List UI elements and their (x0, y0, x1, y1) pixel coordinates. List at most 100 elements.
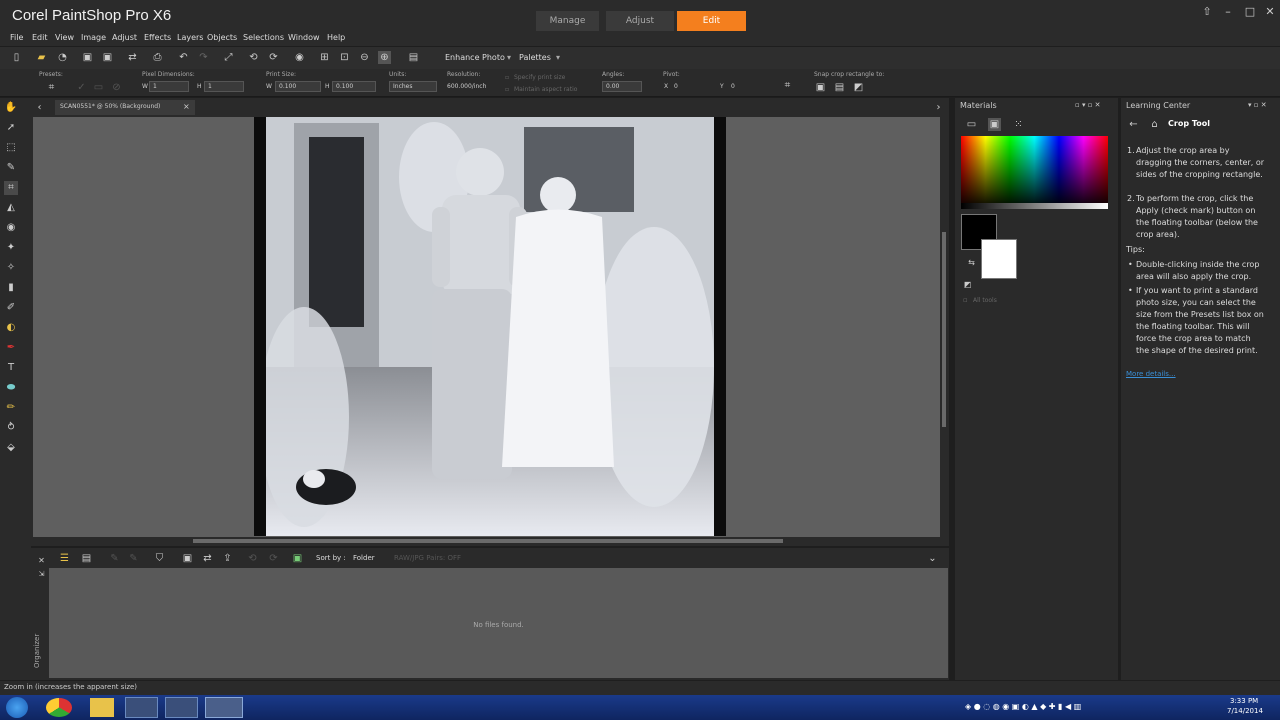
save-icon[interactable]: ▣ (81, 51, 94, 64)
makeover-tool-icon[interactable]: ✦ (4, 241, 18, 255)
chevron-right-icon[interactable]: › (932, 101, 945, 114)
menu-effects[interactable]: Effects (144, 33, 171, 42)
info-icon[interactable]: ◉ (293, 51, 306, 64)
menu-window[interactable]: Window (288, 33, 320, 42)
pin-icon[interactable]: ⇲ (35, 568, 48, 581)
pen-tool-icon[interactable]: ✏ (4, 401, 18, 415)
color-spectrum[interactable] (961, 136, 1108, 209)
crop-new-image-icon[interactable]: ▭ (92, 81, 105, 94)
clock-time[interactable]: 3:33 PM (1230, 697, 1258, 705)
chevron-down-icon[interactable]: ▾ (556, 53, 560, 62)
menu-layers[interactable]: Layers (177, 33, 203, 42)
stamp-icon[interactable]: ⛉ (153, 552, 166, 565)
more-details-link[interactable]: More details... (1126, 370, 1176, 378)
clone-tool-icon[interactable]: ✧ (4, 261, 18, 275)
selection-tool-icon[interactable]: ⬚ (4, 141, 18, 155)
angle-field[interactable]: 0.00 (602, 81, 642, 92)
dodge-tool-icon[interactable]: ◐ (4, 321, 18, 335)
vertical-scrollbar[interactable] (940, 117, 948, 537)
back-icon[interactable]: ← (1127, 118, 1140, 131)
print-height-field[interactable]: 0.100 (332, 81, 376, 92)
rotate-left-icon[interactable]: ⟲ (247, 51, 260, 64)
background-color-swatch[interactable] (981, 239, 1017, 279)
document-tab[interactable]: SCAN0551* @ 50% (Background) × (55, 100, 195, 115)
swap-colors-icon[interactable]: ⇆ (965, 256, 978, 269)
eraser-tool-icon[interactable]: ▮ (4, 281, 18, 295)
print-icon[interactable]: ⎙ (151, 51, 164, 64)
text-tool-icon[interactable]: T (4, 361, 18, 375)
browse-icon[interactable]: ◔ (56, 51, 69, 64)
menu-selections[interactable]: Selections (243, 33, 284, 42)
restore-icon[interactable]: ⇧ (1197, 4, 1217, 20)
red-eye-tool-icon[interactable]: ◉ (4, 221, 18, 235)
pan-tool-icon[interactable]: ✋ (4, 101, 18, 115)
pick-tool-icon[interactable]: ➚ (4, 121, 18, 135)
open-icon[interactable]: ▰ (35, 51, 48, 64)
pivot-y-field[interactable]: 0 (731, 83, 735, 90)
menu-help[interactable]: Help (327, 33, 345, 42)
edit-icon[interactable]: ✎ (108, 552, 121, 565)
thumbnail-view-icon[interactable]: ▤ (80, 552, 93, 565)
capture-icon[interactable]: ▣ (181, 552, 194, 565)
explorer-icon[interactable] (90, 698, 114, 717)
dropper-tool-icon[interactable]: ✎ (4, 161, 18, 175)
palettes-button[interactable]: Palettes (519, 53, 551, 62)
snap-selection-icon[interactable]: ◩ (852, 81, 865, 94)
share-icon[interactable]: ⇄ (126, 51, 139, 64)
specify-print-size-checkbox[interactable]: ▫ (505, 74, 509, 81)
chevron-down-icon[interactable]: ▾ (507, 53, 511, 62)
rotate-crop-icon[interactable]: ⌗ (781, 79, 794, 92)
reset-colors-icon[interactable]: ◩ (961, 278, 974, 291)
chrome-icon[interactable] (46, 698, 72, 717)
enhance-photo-button[interactable]: Enhance Photo (445, 53, 505, 62)
menu-image[interactable]: Image (81, 33, 106, 42)
vertical-scroll-thumb[interactable] (942, 232, 946, 427)
print-width-field[interactable]: 0.100 (275, 81, 321, 92)
image-icon[interactable]: ▣ (291, 552, 304, 565)
swatches-icon[interactable]: ⁙ (1012, 118, 1025, 131)
collapse-chevron-icon[interactable]: ⌄ (926, 552, 939, 565)
cancel-icon[interactable]: ⊘ (110, 81, 123, 94)
rotate-left2-icon[interactable]: ⟲ (246, 552, 259, 565)
pivot-x-field[interactable]: 0 (674, 83, 678, 90)
chevron-left-icon[interactable]: ‹ (33, 101, 46, 114)
paintshop-taskbar-icon[interactable] (205, 697, 243, 718)
fit-window-icon[interactable]: ⊡ (338, 51, 351, 64)
new-icon[interactable]: ▯ (10, 51, 23, 64)
app-icon-2[interactable] (165, 697, 198, 718)
close-tab-icon[interactable]: × (183, 102, 190, 111)
grayscale-strip[interactable] (961, 203, 1108, 209)
zoom-in-icon[interactable]: ⊕ (378, 51, 391, 64)
rotate-right-icon[interactable]: ⟳ (267, 51, 280, 64)
upload-icon[interactable]: ⇪ (221, 552, 234, 565)
pixel-height-field[interactable]: 1 (204, 81, 244, 92)
rotate-right2-icon[interactable]: ⟳ (267, 552, 280, 565)
menu-objects[interactable]: Objects (207, 33, 237, 42)
learning-menu-icon[interactable]: ▾ ▫ ✕ (1248, 101, 1267, 109)
edit2-icon[interactable]: ✎ (127, 552, 140, 565)
save-as-icon[interactable]: ▣ (101, 51, 114, 64)
menu-file[interactable]: File (10, 33, 23, 42)
tab-manage[interactable]: Manage (536, 11, 599, 31)
home-icon[interactable]: ⌂ (1148, 118, 1161, 131)
horizontal-scroll-thumb[interactable] (193, 539, 783, 543)
maintain-aspect-checkbox[interactable]: ▫ (505, 86, 509, 93)
clock-date[interactable]: 7/14/2014 (1227, 707, 1263, 715)
tray-icons[interactable]: ◈ ● ◌ ◍ ◉ ▣ ◐ ▲ ◆ ✚ ▮ ◀ ▥ (965, 702, 1081, 711)
snap-current-layer-icon[interactable]: ▣ (814, 81, 827, 94)
units-select[interactable]: Inches (389, 81, 437, 92)
shape-tool-icon[interactable]: ⬬ (4, 381, 18, 395)
maximize-button[interactable]: □ (1240, 4, 1260, 20)
minimize-button[interactable]: – (1218, 4, 1238, 20)
snap-merged-icon[interactable]: ▤ (833, 81, 846, 94)
close-organizer-icon[interactable]: ✕ (35, 554, 48, 567)
start-button[interactable] (6, 697, 28, 718)
straighten-tool-icon[interactable]: ◭ (4, 201, 18, 215)
photo-image[interactable] (254, 117, 726, 536)
tab-edit[interactable]: Edit (677, 11, 746, 31)
pixel-width-field[interactable]: 1 (149, 81, 189, 92)
fill-tool-icon[interactable]: ⬙ (4, 441, 18, 455)
materials-menu-icon[interactable]: ▫ ▾ ▫ ✕ (1075, 101, 1101, 109)
zoom-out-icon[interactable]: ⊖ (358, 51, 371, 64)
rainbow-tab-icon[interactable]: ▣ (988, 118, 1001, 131)
